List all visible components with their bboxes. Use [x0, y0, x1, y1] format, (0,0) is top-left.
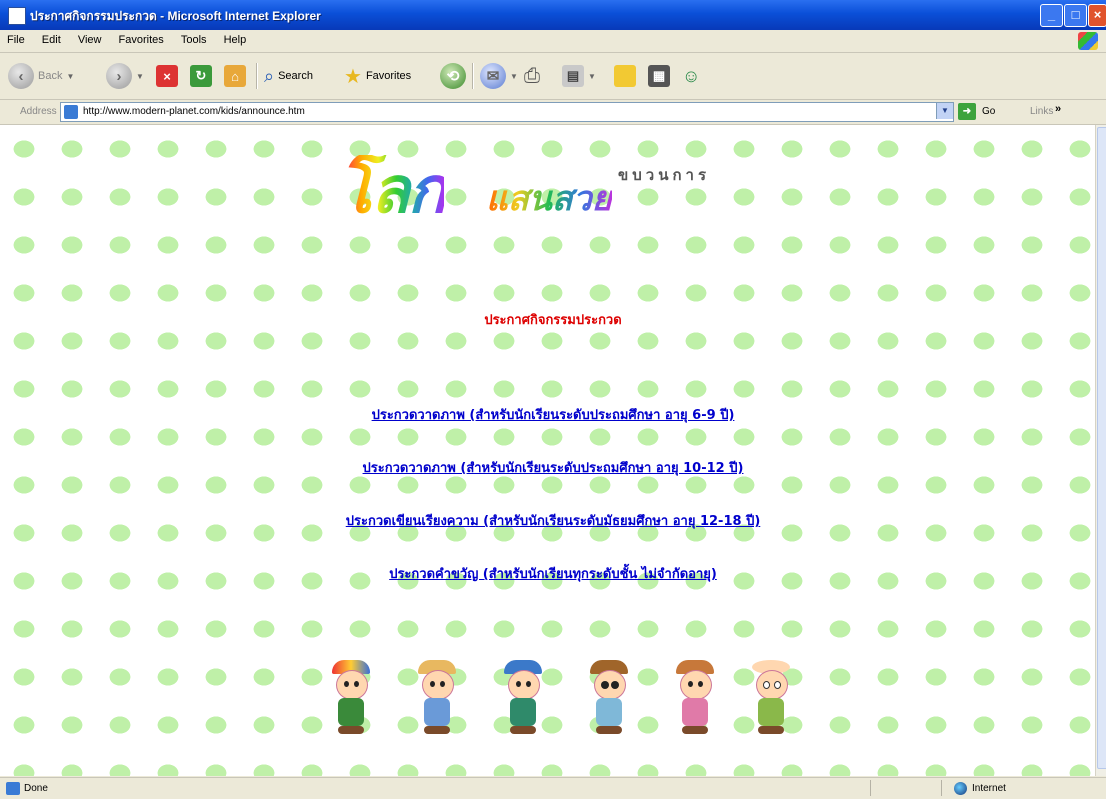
- search-label: Search: [278, 70, 313, 82]
- scrollbar-thumb[interactable]: [1097, 127, 1106, 769]
- maximize-button[interactable]: □: [1064, 4, 1087, 27]
- print-icon: ⎙: [524, 64, 540, 87]
- mail-button[interactable]: ✉ ▼: [480, 62, 518, 90]
- forward-arrow-icon: ›: [106, 63, 132, 89]
- home-icon: ⌂: [224, 65, 246, 87]
- search-icon: ⌕: [264, 65, 275, 86]
- mascot-glasses-kid: [746, 660, 796, 736]
- status-bar: Done Internet: [0, 777, 1106, 799]
- site-logo: โลก แสนสวย ขบวนการ: [338, 155, 778, 235]
- standard-toolbar: ‹ Back ▼ › ▼ × ↻ ⌂ ⌕ Search ★ Favorites …: [0, 53, 1106, 100]
- contest-link-essay[interactable]: ประกวดเขียนเรียงความ (สำหรับนักเรียนระดั…: [0, 510, 1095, 531]
- windows-logo-icon: [1078, 32, 1098, 50]
- search-button[interactable]: ⌕ Search: [264, 62, 313, 90]
- logo-text-main: โลก: [338, 153, 446, 228]
- vertical-scrollbar[interactable]: [1095, 125, 1106, 776]
- page-status-icon: [6, 782, 20, 795]
- window-title: ประกาศกิจกรรมประกวด - Microsoft Internet…: [30, 9, 321, 23]
- stop-icon: ×: [156, 65, 178, 87]
- logo-text-secondary: แสนสวย: [486, 179, 612, 219]
- favorites-star-icon: ★: [344, 65, 362, 88]
- edit-button[interactable]: ▤ ▼: [562, 62, 596, 90]
- toolbar-separator: [472, 63, 474, 89]
- forward-button[interactable]: › ▼: [106, 62, 144, 90]
- menu-view[interactable]: View: [71, 30, 109, 46]
- favorites-label: Favorites: [365, 70, 412, 82]
- messenger-icon: ☺: [682, 65, 701, 86]
- mascot-row: [326, 660, 796, 740]
- contest-link-slogan[interactable]: ประกวดคำขวัญ (สำหรับนักเรียนทุกระดับชั้น…: [0, 563, 1095, 584]
- messenger-button[interactable]: ☺: [682, 62, 700, 90]
- mascot-hat-kid: [584, 660, 634, 736]
- print-button[interactable]: ⎙: [524, 62, 540, 90]
- research-button[interactable]: ▦: [648, 62, 670, 90]
- contest-link-drawing-6-9[interactable]: ประกวดวาดภาพ (สำหรับนักเรียนระดับประถมศึ…: [0, 404, 1095, 425]
- folder-icon: [614, 65, 636, 87]
- links-chevron-icon[interactable]: »: [1055, 103, 1061, 115]
- refresh-button[interactable]: ↻: [190, 62, 212, 90]
- history-button[interactable]: ⟲: [440, 62, 466, 90]
- page-heading: ประกาศกิจกรรมประกวด: [484, 313, 622, 328]
- menu-bar: File Edit View Favorites Tools Help: [0, 30, 1106, 53]
- mail-icon: ✉: [480, 63, 506, 89]
- security-zone: Internet: [972, 783, 1006, 794]
- edit-dropdown-icon[interactable]: ▼: [588, 72, 596, 81]
- menu-help[interactable]: Help: [217, 30, 254, 46]
- menu-tools[interactable]: Tools: [174, 30, 214, 46]
- mascot-blue-hair-kid: [498, 660, 548, 736]
- go-button[interactable]: Go: [982, 106, 995, 117]
- favorites-button[interactable]: ★ Favorites: [344, 62, 411, 90]
- links-button[interactable]: Links: [1030, 106, 1053, 117]
- status-text: Done: [24, 783, 48, 794]
- address-bar: Address http://www.modern-planet.com/kid…: [0, 100, 1106, 125]
- back-arrow-icon: ‹: [8, 63, 34, 89]
- back-dropdown-icon[interactable]: ▼: [66, 72, 74, 81]
- back-label: Back: [38, 70, 63, 82]
- title-bar: ประกาศกิจกรรมประกวด - Microsoft Internet…: [0, 0, 1106, 30]
- home-button[interactable]: ⌂: [224, 62, 246, 90]
- research-icon: ▦: [648, 65, 670, 87]
- menu-favorites[interactable]: Favorites: [112, 30, 171, 46]
- close-button[interactable]: ×: [1088, 4, 1106, 27]
- mascot-girl: [670, 660, 720, 736]
- stop-button[interactable]: ×: [156, 62, 178, 90]
- address-dropdown-icon[interactable]: ▼: [936, 103, 953, 119]
- menu-file[interactable]: File: [0, 30, 32, 46]
- address-url[interactable]: http://www.modern-planet.com/kids/announ…: [83, 106, 305, 117]
- status-panes: [870, 780, 942, 796]
- mascot-net-boy: [412, 660, 462, 736]
- page-content: โลก แสนสวย ขบวนการ ประกาศกิจกรรมประกวด ป…: [0, 125, 1095, 776]
- mascot-cap-boy: [326, 660, 376, 736]
- mail-dropdown-icon[interactable]: ▼: [510, 72, 518, 81]
- history-icon: ⟲: [440, 63, 466, 89]
- toolbar-separator: [256, 63, 258, 89]
- discuss-button[interactable]: [614, 62, 636, 90]
- go-arrow-icon[interactable]: ➜: [958, 103, 976, 120]
- edit-icon: ▤: [562, 65, 584, 87]
- address-input[interactable]: http://www.modern-planet.com/kids/announ…: [60, 102, 954, 122]
- refresh-icon: ↻: [190, 65, 212, 87]
- ie-page-icon: [8, 7, 26, 25]
- internet-globe-icon: [954, 782, 967, 795]
- logo-text-top: ขบวนการ: [618, 166, 711, 184]
- back-button[interactable]: ‹ Back ▼: [8, 62, 74, 90]
- address-label: Address: [20, 106, 57, 117]
- minimize-button[interactable]: _: [1040, 4, 1063, 27]
- menu-edit[interactable]: Edit: [35, 30, 68, 46]
- page-icon: [64, 105, 78, 119]
- contest-link-drawing-10-12[interactable]: ประกวดวาดภาพ (สำหรับนักเรียนระดับประถมศึ…: [0, 457, 1095, 478]
- forward-dropdown-icon[interactable]: ▼: [136, 72, 144, 81]
